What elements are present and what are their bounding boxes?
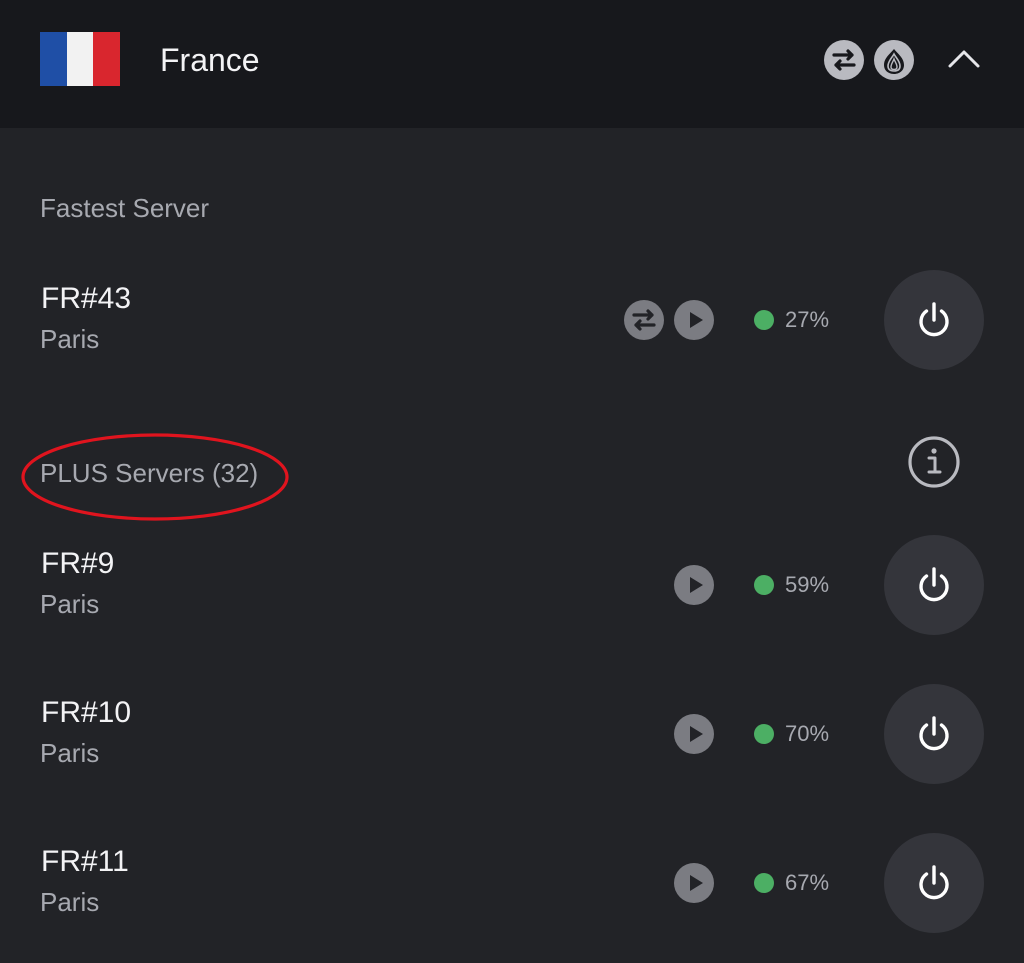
collapse-chevron-up-icon[interactable] (944, 40, 984, 80)
country-name: France (160, 42, 260, 78)
france-flag-icon (40, 32, 121, 86)
server-load: 67% (785, 870, 830, 895)
load-status-dot (754, 575, 774, 595)
load-status-dot (754, 310, 774, 330)
server-load: 70% (785, 721, 830, 746)
server-name: FR#11 (41, 845, 129, 878)
streaming-icon (674, 565, 714, 605)
server-load: 27% (785, 307, 830, 332)
plus-servers-label: PLUS Servers (32) (40, 458, 259, 488)
country-header[interactable]: France (0, 0, 1024, 128)
tor-icon (874, 40, 914, 80)
server-row[interactable]: FR#9 Paris 59% (0, 532, 1024, 642)
server-load: 59% (785, 572, 830, 597)
server-row[interactable]: FR#11 Paris 67% (0, 830, 1024, 940)
server-city: Paris (40, 738, 100, 768)
streaming-icon (674, 714, 714, 754)
connect-power-button[interactable] (884, 535, 984, 635)
server-row-fastest[interactable]: FR#43 Paris 27% (0, 267, 1024, 377)
connect-power-button[interactable] (884, 684, 984, 784)
p2p-icon (824, 40, 864, 80)
server-row[interactable]: FR#10 Paris 70% (0, 681, 1024, 791)
streaming-icon (674, 300, 714, 340)
server-name: FR#43 (41, 282, 132, 315)
info-icon[interactable] (906, 434, 962, 490)
country-server-list: France Fastest Server FR#43 Paris 27% PL… (0, 0, 1024, 963)
server-city: Paris (40, 589, 100, 619)
fastest-server-label: Fastest Server (40, 193, 210, 223)
server-name: FR#9 (41, 547, 115, 580)
server-city: Paris (40, 324, 100, 354)
load-status-dot (754, 873, 774, 893)
p2p-icon (624, 300, 664, 340)
streaming-icon (674, 863, 714, 903)
server-name: FR#10 (41, 696, 132, 729)
connect-power-button[interactable] (884, 270, 984, 370)
server-city: Paris (40, 887, 100, 917)
load-status-dot (754, 724, 774, 744)
connect-power-button[interactable] (884, 833, 984, 933)
